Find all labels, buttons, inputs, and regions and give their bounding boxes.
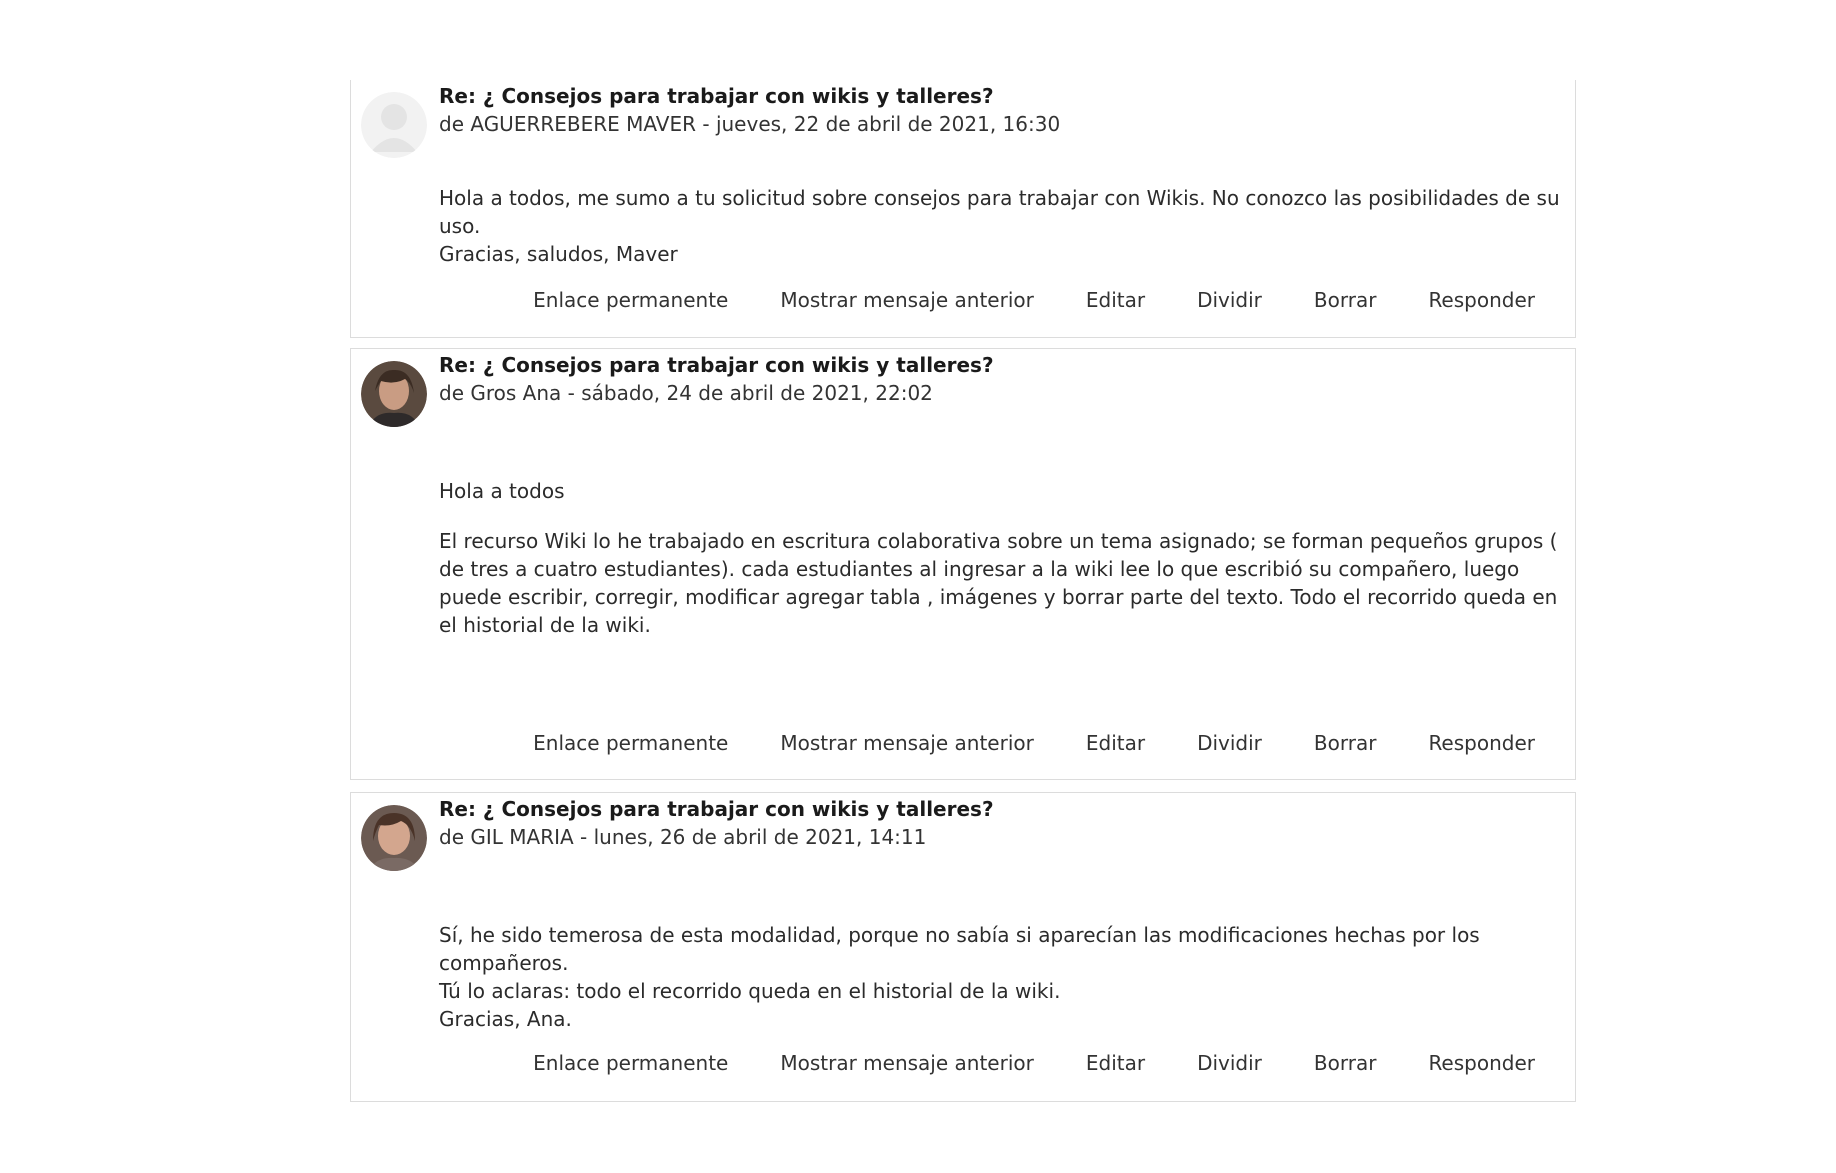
post-header: Re: ¿ Consejos para trabajar con wikis y…	[439, 82, 1555, 138]
post-commands: Enlace permanente Mostrar mensaje anteri…	[533, 729, 1535, 757]
post-content: Hola a todos, me sumo a tu solicitud sob…	[439, 184, 1563, 268]
post-commands: Enlace permanente Mostrar mensaje anteri…	[533, 1049, 1535, 1077]
split-link[interactable]: Dividir	[1197, 1049, 1262, 1077]
post-byline: de Gros Ana - sábado, 24 de abril de 202…	[439, 381, 933, 405]
reply-link[interactable]: Responder	[1428, 286, 1535, 314]
post-byline: de GIL MARIA - lunes, 26 de abril de 202…	[439, 825, 927, 849]
user-photo-avatar[interactable]	[361, 361, 427, 427]
forum-post: Re: ¿ Consejos para trabajar con wikis y…	[350, 80, 1576, 338]
show-parent-link[interactable]: Mostrar mensaje anterior	[780, 729, 1034, 757]
post-paragraph: El recurso Wiki lo he trabajado en escri…	[439, 529, 1558, 637]
forum-post: Re: ¿ Consejos para trabajar con wikis y…	[350, 792, 1576, 1102]
split-link[interactable]: Dividir	[1197, 729, 1262, 757]
show-parent-link[interactable]: Mostrar mensaje anterior	[780, 286, 1034, 314]
split-link[interactable]: Dividir	[1197, 286, 1262, 314]
post-subject: Re: ¿ Consejos para trabajar con wikis y…	[439, 84, 994, 108]
permalink-link[interactable]: Enlace permanente	[533, 1049, 728, 1077]
post-header: Re: ¿ Consejos para trabajar con wikis y…	[439, 795, 1555, 851]
reply-link[interactable]: Responder	[1428, 1049, 1535, 1077]
forum-post: Re: ¿ Consejos para trabajar con wikis y…	[350, 348, 1576, 780]
edit-link[interactable]: Editar	[1086, 1049, 1145, 1077]
post-paragraph: Gracias, saludos, Maver	[439, 242, 678, 266]
reply-link[interactable]: Responder	[1428, 729, 1535, 757]
post-header: Re: ¿ Consejos para trabajar con wikis y…	[439, 351, 1555, 407]
edit-link[interactable]: Editar	[1086, 729, 1145, 757]
post-content: Sí, he sido temerosa de esta modalidad, …	[439, 921, 1563, 1033]
post-paragraph: Hola a todos	[439, 479, 565, 503]
permalink-link[interactable]: Enlace permanente	[533, 729, 728, 757]
permalink-link[interactable]: Enlace permanente	[533, 286, 728, 314]
delete-link[interactable]: Borrar	[1314, 286, 1377, 314]
default-user-avatar[interactable]	[361, 92, 427, 158]
post-subject: Re: ¿ Consejos para trabajar con wikis y…	[439, 353, 994, 377]
post-paragraph: Sí, he sido temerosa de esta modalidad, …	[439, 923, 1480, 975]
show-parent-link[interactable]: Mostrar mensaje anterior	[780, 1049, 1034, 1077]
post-subject: Re: ¿ Consejos para trabajar con wikis y…	[439, 797, 994, 821]
post-paragraph: Hola a todos, me sumo a tu solicitud sob…	[439, 186, 1560, 238]
post-commands: Enlace permanente Mostrar mensaje anteri…	[533, 286, 1535, 314]
post-byline: de AGUERREBERE MAVER - jueves, 22 de abr…	[439, 112, 1061, 136]
user-photo-avatar[interactable]	[361, 805, 427, 871]
edit-link[interactable]: Editar	[1086, 286, 1145, 314]
post-paragraph: Tú lo aclaras: todo el recorrido queda e…	[439, 979, 1061, 1003]
delete-link[interactable]: Borrar	[1314, 1049, 1377, 1077]
post-content: Hola a todos El recurso Wiki lo he traba…	[439, 477, 1563, 639]
delete-link[interactable]: Borrar	[1314, 729, 1377, 757]
post-paragraph: Gracias, Ana.	[439, 1007, 572, 1031]
